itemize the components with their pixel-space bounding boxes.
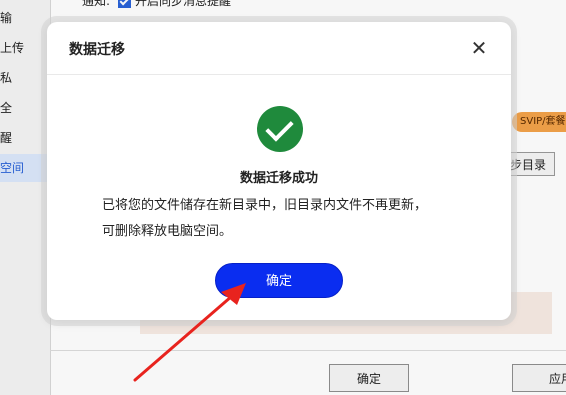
annotation-arrow-icon [133, 283, 246, 382]
